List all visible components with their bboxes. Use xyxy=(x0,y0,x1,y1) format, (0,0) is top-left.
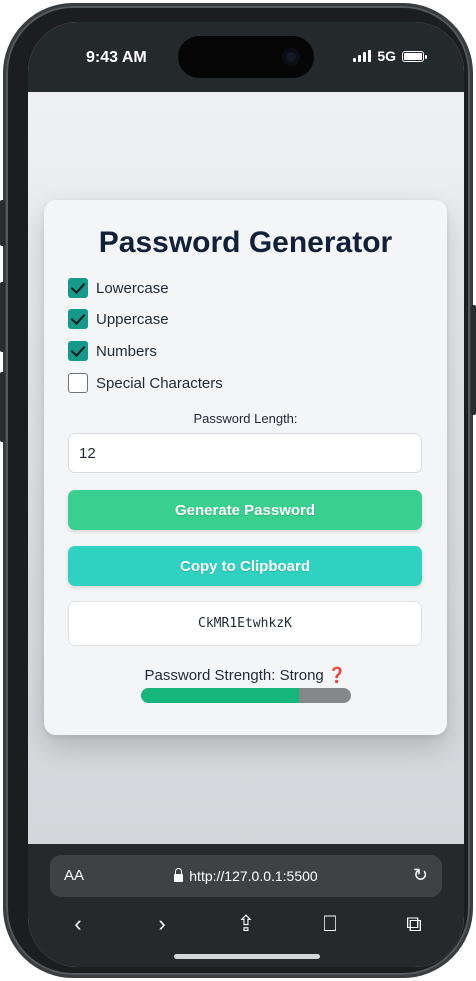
dynamic-island xyxy=(178,36,314,78)
phone-screen: 9:43 AM 5G Password Generator Lowercase xyxy=(28,22,464,967)
status-time: 9:43 AM xyxy=(86,49,147,66)
bookmarks-icon[interactable]: ⎕ xyxy=(310,911,350,937)
password-generator-card: Password Generator Lowercase Uppercase N… xyxy=(44,200,447,735)
copy-to-clipboard-button[interactable]: Copy to Clipboard xyxy=(68,546,422,586)
url-text: http://127.0.0.1:5500 xyxy=(189,868,318,884)
generate-password-button[interactable]: Generate Password xyxy=(68,490,422,530)
reload-icon[interactable]: ↻ xyxy=(413,865,428,886)
strength-meter xyxy=(141,688,351,703)
special-characters-label: Special Characters xyxy=(96,374,223,392)
numbers-checkbox[interactable] xyxy=(68,341,88,361)
browser-toolbar: AA http://127.0.0.1:5500 ↻ ‹ › ⇪ ⎕ ⧉ xyxy=(28,844,464,967)
status-indicators: 5G xyxy=(353,48,427,64)
tabs-icon[interactable]: ⧉ xyxy=(394,911,434,937)
password-length-input[interactable]: 12 xyxy=(68,433,422,473)
option-uppercase[interactable]: Uppercase xyxy=(68,308,169,330)
strength-meter-fill xyxy=(141,688,299,703)
power-button xyxy=(471,305,476,415)
help-icon[interactable]: ❓ xyxy=(328,667,347,684)
browser-nav: ‹ › ⇪ ⎕ ⧉ xyxy=(28,906,464,942)
home-indicator[interactable] xyxy=(174,954,320,959)
option-special-characters[interactable]: Special Characters xyxy=(68,372,223,394)
network-type: 5G xyxy=(377,48,396,64)
volume-up-button xyxy=(0,282,5,352)
phone-frame: 9:43 AM 5G Password Generator Lowercase xyxy=(3,3,473,978)
numbers-label: Numbers xyxy=(96,342,157,360)
camera-icon xyxy=(282,48,300,66)
option-lowercase[interactable]: Lowercase xyxy=(68,277,169,299)
option-numbers[interactable]: Numbers xyxy=(68,340,157,362)
password-output: CkMR1EtwhkzK xyxy=(68,601,422,646)
page-title: Password Generator xyxy=(98,226,393,259)
status-bar: 9:43 AM 5G xyxy=(28,22,464,92)
password-length-label: Password Length: xyxy=(193,411,298,426)
uppercase-checkbox[interactable] xyxy=(68,309,88,329)
password-strength: Password Strength: Strong ❓ xyxy=(44,666,447,684)
battery-icon xyxy=(402,50,427,62)
action-button xyxy=(0,200,5,246)
back-icon[interactable]: ‹ xyxy=(58,911,98,937)
uppercase-label: Uppercase xyxy=(96,310,169,328)
url-display[interactable]: http://127.0.0.1:5500 xyxy=(50,855,442,897)
forward-icon[interactable]: › xyxy=(142,911,182,937)
signal-icon xyxy=(353,50,372,62)
special-characters-checkbox[interactable] xyxy=(68,373,88,393)
share-icon[interactable]: ⇪ xyxy=(226,911,266,937)
web-content: Password Generator Lowercase Uppercase N… xyxy=(28,92,464,844)
lock-icon xyxy=(174,868,184,882)
strength-label: Password Strength: Strong xyxy=(144,667,324,684)
lowercase-label: Lowercase xyxy=(96,279,169,297)
address-bar[interactable]: AA http://127.0.0.1:5500 ↻ xyxy=(50,855,442,897)
volume-down-button xyxy=(0,372,5,442)
lowercase-checkbox[interactable] xyxy=(68,278,88,298)
